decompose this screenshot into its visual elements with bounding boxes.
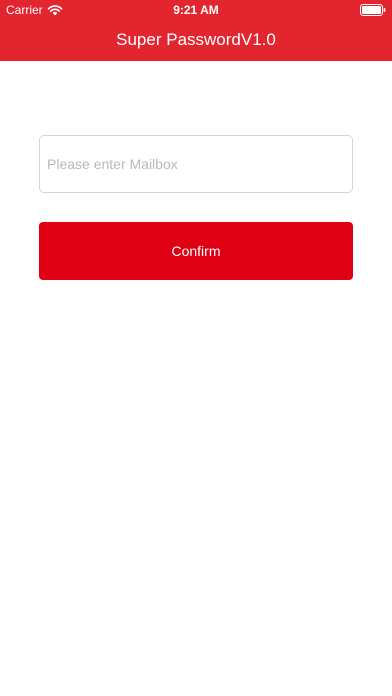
mailbox-input[interactable] <box>39 135 353 193</box>
header: Carrier 9:21 AM Super PasswordV1.0 <box>0 0 392 61</box>
page-title: Super PasswordV1.0 <box>116 30 276 49</box>
confirm-button[interactable]: Confirm <box>39 222 353 280</box>
status-bar: Carrier 9:21 AM <box>0 0 392 20</box>
app-screen: Carrier 9:21 AM Super PasswordV1.0 Confi… <box>0 0 392 696</box>
battery-full-icon <box>360 4 386 16</box>
status-time: 9:21 AM <box>173 3 219 17</box>
